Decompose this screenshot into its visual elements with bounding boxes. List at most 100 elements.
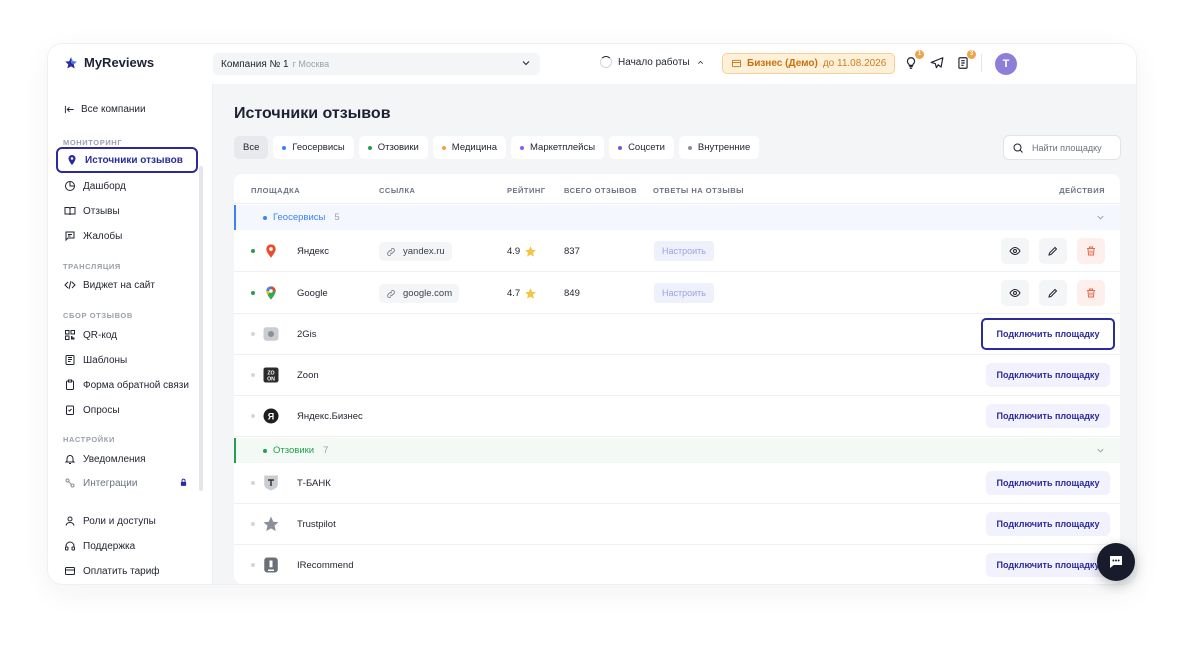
link-chip[interactable]: yandex.ru xyxy=(379,242,452,261)
setup-button[interactable]: Настроить xyxy=(654,241,714,261)
connect-button[interactable]: Подключить площадку xyxy=(981,318,1115,350)
eye-icon xyxy=(1009,246,1021,256)
filter-label: Маркетплейсы xyxy=(530,142,596,153)
platform-name: Google xyxy=(297,288,328,299)
table-row: ZO ON Zoon Подключить площадку xyxy=(234,355,1120,396)
svg-text:ON: ON xyxy=(267,376,275,382)
plan-date: до 11.08.2026 xyxy=(822,58,887,69)
filter-geo[interactable]: Геосервисы xyxy=(273,136,354,159)
filter-marketplaces[interactable]: Маркетплейсы xyxy=(511,136,605,159)
group-geo[interactable]: Геосервисы 5 xyxy=(234,205,1120,230)
sidebar-item-widget[interactable]: Виджет на сайт xyxy=(56,272,198,298)
filter-label: Внутренние xyxy=(697,142,751,153)
progress-spinner-icon xyxy=(600,56,612,68)
sidebar-item-feedback[interactable]: Форма обратной связи xyxy=(56,372,198,398)
table-row: Trustpilot Подключить площадку xyxy=(234,504,1120,545)
sidebar-item-label: Поддержка xyxy=(83,540,136,552)
view-button[interactable] xyxy=(1001,280,1029,306)
sidebar-item-reviews[interactable]: Отзывы xyxy=(56,198,198,224)
filter-label: Геосервисы xyxy=(292,142,345,153)
platform-name: 2Gis xyxy=(297,329,317,340)
link-chip[interactable]: google.com xyxy=(379,284,460,303)
group-count: 5 xyxy=(334,212,340,223)
filter-all[interactable]: Все xyxy=(234,136,269,159)
sidebar-item-pay[interactable]: Оплатить тариф xyxy=(56,558,198,584)
chat-bubble-icon xyxy=(1110,556,1122,568)
edit-button[interactable] xyxy=(1039,280,1067,306)
chevron-down-icon xyxy=(1097,215,1104,220)
bell-icon xyxy=(64,455,76,464)
group-name: Геосервисы xyxy=(273,212,326,223)
integrations-icon xyxy=(65,478,75,488)
lock-icon xyxy=(180,478,187,486)
yandex-maps-icon xyxy=(262,242,280,260)
sidebar-item-integrations[interactable]: Интеграции xyxy=(56,470,198,496)
sidebar-item-notifications[interactable]: Уведомления xyxy=(56,446,198,472)
sidebar-item-dashboard[interactable]: Дашборд xyxy=(56,173,198,199)
link-text: google.com xyxy=(403,288,453,299)
sidebar-item-label: Источники отзывов xyxy=(85,154,183,166)
edit-button[interactable] xyxy=(1039,238,1067,264)
chevron-up-icon xyxy=(697,60,703,64)
group-label: Отзовики 7 xyxy=(263,445,328,456)
connect-button[interactable]: Подключить площадку xyxy=(986,553,1110,577)
filter-label: Соцсети xyxy=(628,142,665,153)
rating-value: 4.9 xyxy=(507,246,521,257)
connect-button[interactable]: Подключить площадку xyxy=(986,471,1110,495)
sidebar-item-label: Уведомления xyxy=(83,453,146,465)
zoon-icon: ZO ON xyxy=(262,366,280,384)
tips-button[interactable]: 1 xyxy=(903,50,924,71)
card-icon xyxy=(731,59,742,68)
platform-name: Zoon xyxy=(297,370,319,381)
status-dot xyxy=(251,563,255,567)
sidebar-item-roles[interactable]: Роли и доступы xyxy=(56,508,198,534)
chat-button[interactable] xyxy=(1097,543,1135,581)
search-input[interactable]: Найти площадку xyxy=(1003,135,1121,160)
back-to-companies-link[interactable]: Все компании xyxy=(64,104,146,115)
delete-button[interactable] xyxy=(1077,280,1105,306)
start-work-button[interactable]: Начало работы xyxy=(600,56,705,68)
connect-button[interactable]: Подключить площадку xyxy=(986,363,1110,387)
telegram-button[interactable] xyxy=(929,55,945,71)
card-icon xyxy=(65,567,75,575)
user-avatar[interactable]: T xyxy=(995,53,1017,75)
column-link: ССЫЛКА xyxy=(379,186,416,195)
headphones-icon xyxy=(65,541,75,551)
sidebar-item-sources[interactable]: Источники отзывов xyxy=(56,147,198,173)
company-select[interactable]: Компания № 1 г Москва xyxy=(213,53,540,75)
trash-icon xyxy=(1087,288,1095,298)
table-header: ПЛОЩАДКА ССЫЛКА РЕЙТИНГ ВСЕГО ОТЗЫВОВ ОТ… xyxy=(234,174,1120,204)
sidebar-item-support[interactable]: Поддержка xyxy=(56,533,198,559)
sidebar-item-qr[interactable]: QR-код xyxy=(56,322,198,348)
app-name: MyReviews xyxy=(84,55,155,70)
news-button[interactable]: 3 xyxy=(955,50,976,71)
filter-social[interactable]: Соцсети xyxy=(609,136,674,159)
status-dot xyxy=(251,291,255,295)
delete-button[interactable] xyxy=(1077,238,1105,264)
sidebar-item-polls[interactable]: Опросы xyxy=(56,397,198,423)
status-dot xyxy=(251,373,255,377)
sidebar-item-label: QR-код xyxy=(83,329,117,341)
status-dot xyxy=(251,249,255,253)
sidebar-item-templates[interactable]: Шаблоны xyxy=(56,347,198,373)
filter-medicine[interactable]: Медицина xyxy=(432,136,507,159)
yandex-business-icon: Я xyxy=(262,407,280,425)
filter-internal[interactable]: Внутренние xyxy=(678,136,760,159)
setup-button[interactable]: Настроить xyxy=(654,283,714,303)
platform-name: IRecommend xyxy=(297,560,354,571)
app-logo[interactable]: MyReviews xyxy=(64,55,154,70)
status-dot xyxy=(520,145,525,150)
status-dot xyxy=(251,481,255,485)
tips-badge: 1 xyxy=(915,50,924,59)
table-row: IRecommend Подключить площадку xyxy=(234,545,1120,584)
plan-badge[interactable]: Бизнес (Демо) до 11.08.2026 xyxy=(722,53,896,74)
star-logo-icon xyxy=(65,56,77,69)
filter-reviews[interactable]: Отзовики xyxy=(358,136,428,159)
connect-button[interactable]: Подключить площадку xyxy=(986,512,1110,536)
sidebar-item-complaints[interactable]: Жалобы xyxy=(56,223,198,249)
connect-button[interactable]: Подключить площадку xyxy=(986,404,1110,428)
sidebar-scrollbar[interactable] xyxy=(199,166,203,491)
book-icon xyxy=(64,207,76,216)
group-review-sites[interactable]: Отзовики 7 xyxy=(234,438,1120,463)
view-button[interactable] xyxy=(1001,238,1029,264)
